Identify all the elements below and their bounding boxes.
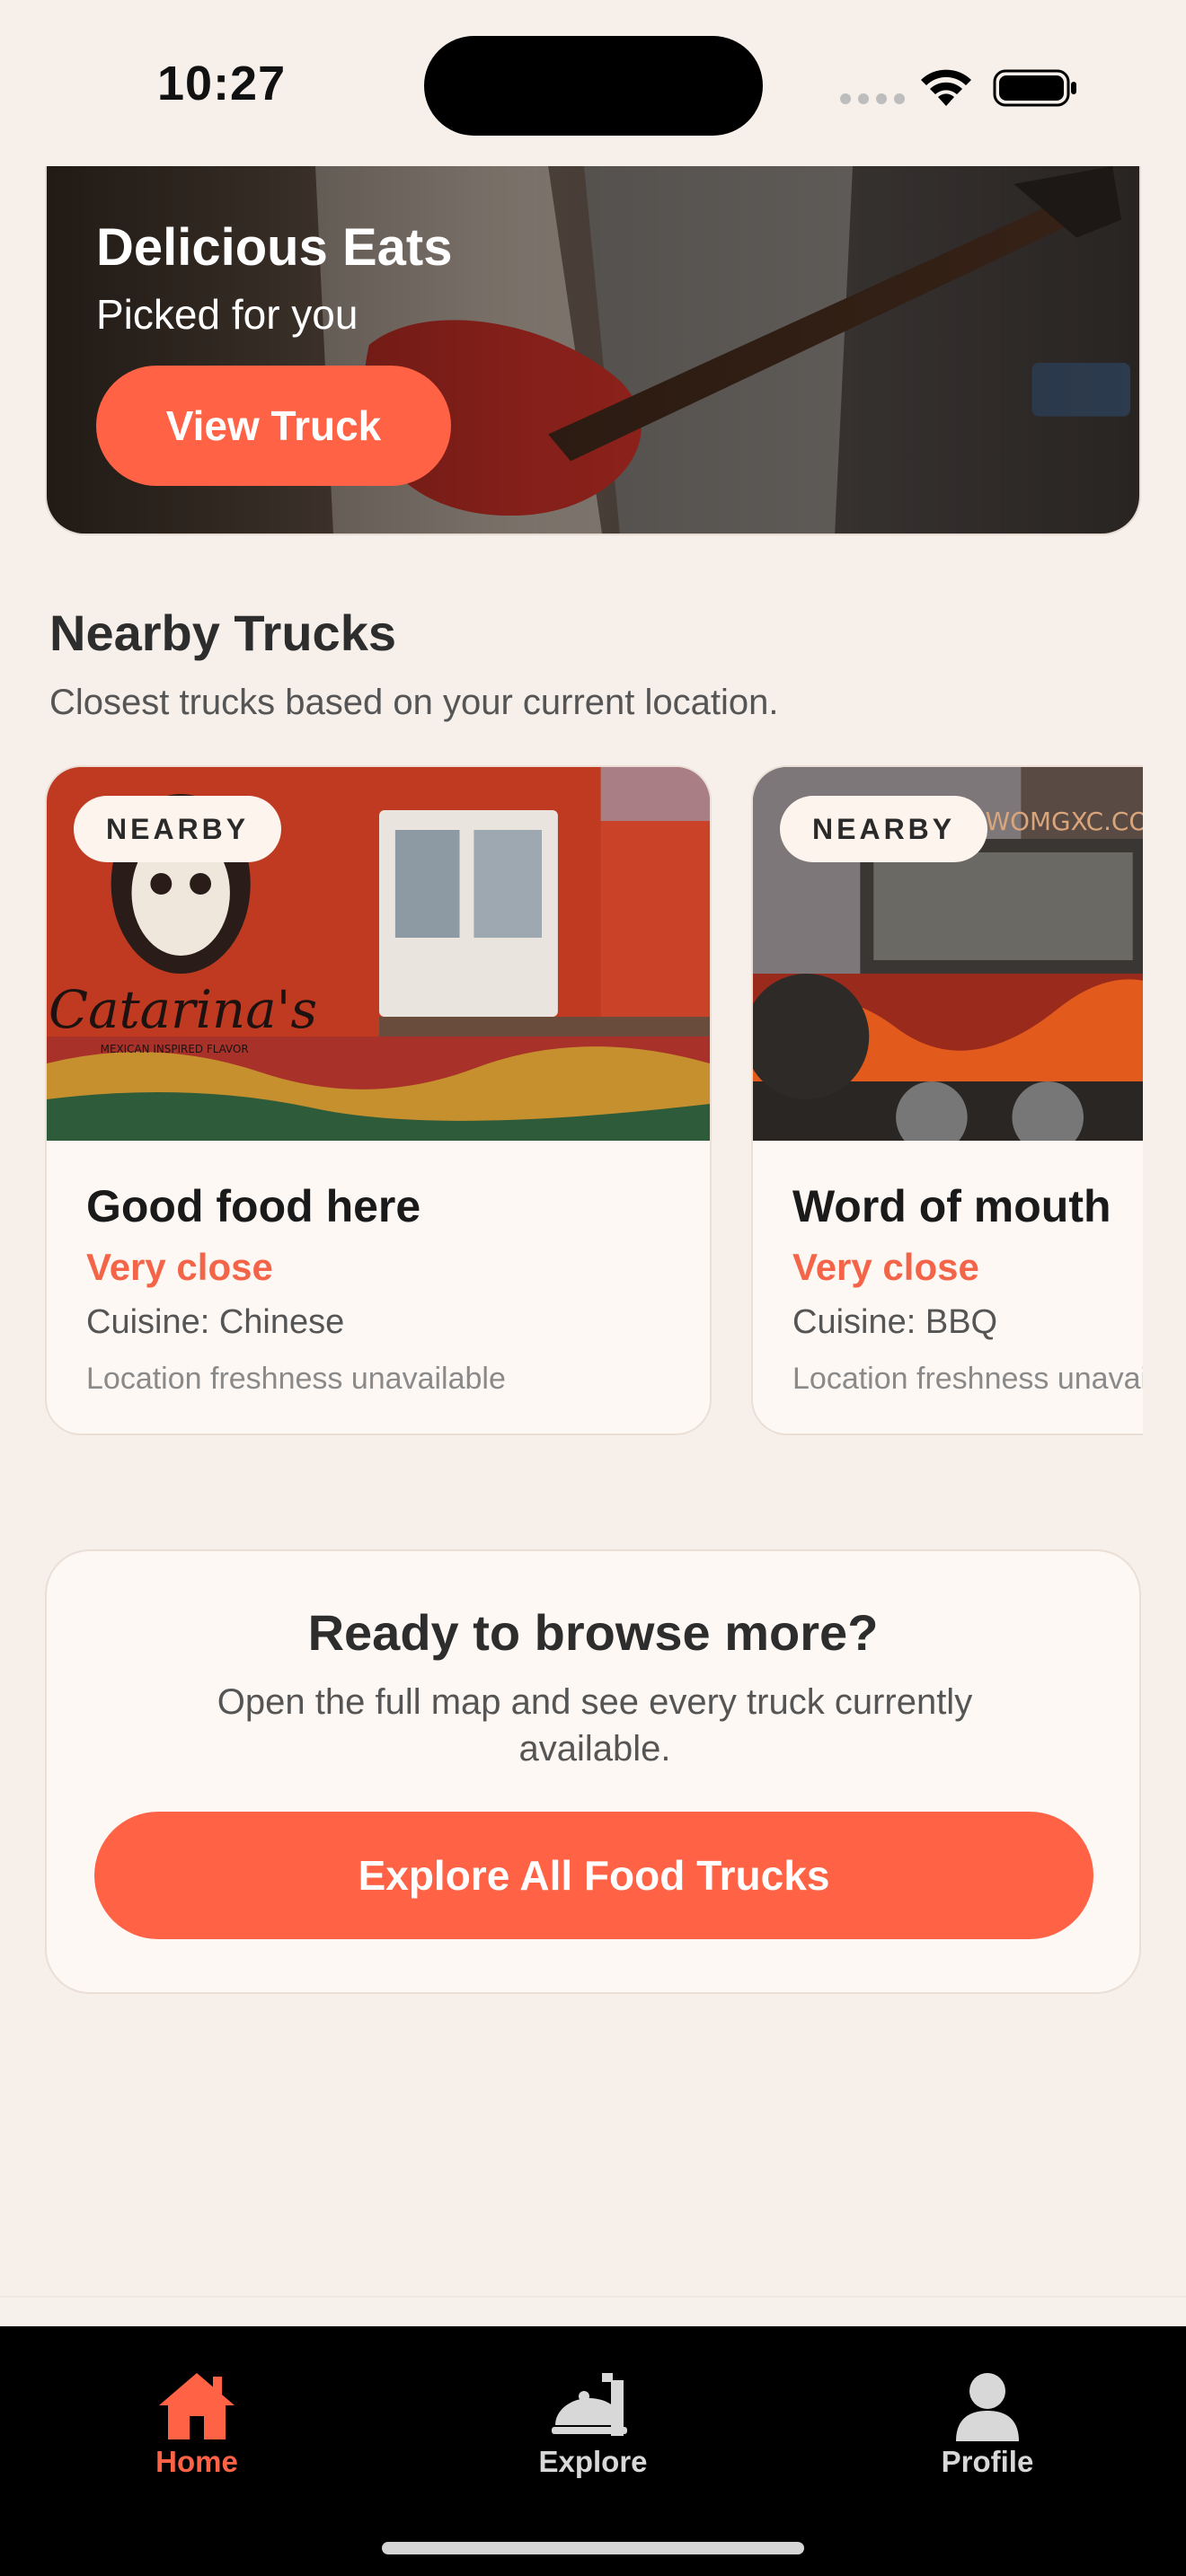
dynamic-island xyxy=(424,36,763,136)
truck-card[interactable]: Catarina's MEXICAN INSPIRED FLAVOR NEARB… xyxy=(45,765,712,1435)
truck-image-caption-sub: MEXICAN INSPIRED FLAVOR xyxy=(101,1043,249,1055)
browse-more-card: Ready to browse more? Open the full map … xyxy=(45,1549,1141,1994)
tab-label: Profile xyxy=(941,2445,1034,2478)
truck-image-caption: Catarina's xyxy=(49,979,317,1040)
nearby-badge: NEARBY xyxy=(780,796,988,862)
truck-name: Word of mouth xyxy=(792,1181,1111,1231)
hero-subtitle: Picked for you xyxy=(96,291,358,338)
view-truck-button[interactable]: View Truck xyxy=(96,366,451,486)
truck-location-freshness: Location freshness unavailable xyxy=(86,1362,506,1396)
home-indicator xyxy=(382,2542,804,2554)
nearby-section-subtitle: Closest trucks based on your current loc… xyxy=(49,683,779,722)
browse-title: Ready to browse more? xyxy=(307,1604,879,1661)
tab-explore[interactable]: Explore xyxy=(503,2369,683,2479)
browse-subtitle: Open the full map and see every truck cu… xyxy=(217,1682,973,1769)
wifi-icon xyxy=(921,69,971,106)
truck-cuisine: Cuisine: Chinese xyxy=(86,1303,345,1341)
nearby-badge: NEARBY xyxy=(74,796,282,862)
truck-cuisine: Cuisine: BBQ xyxy=(792,1303,998,1341)
battery-icon xyxy=(993,69,1076,107)
tab-label: Explore xyxy=(538,2445,648,2478)
tab-label: Home xyxy=(155,2445,238,2478)
status-bar: 10:27 xyxy=(0,0,1186,171)
tab-bar-divider xyxy=(0,2296,1186,2326)
truck-name: Good food here xyxy=(86,1181,421,1231)
explore-all-button[interactable]: Explore All Food Trucks xyxy=(94,1812,1093,1939)
featured-truck-hero[interactable]: Delicious Eats Picked for you View Truck xyxy=(45,166,1141,535)
truck-location-freshness: Location freshness unavailable xyxy=(792,1362,1143,1396)
tab-profile[interactable]: Profile xyxy=(898,2369,1077,2479)
truck-image-caption: WOMGXC.COM xyxy=(986,807,1143,836)
status-time: 10:27 xyxy=(157,57,287,110)
nearby-section-title: Nearby Trucks xyxy=(49,604,396,661)
home-icon xyxy=(159,2373,235,2439)
truck-distance: Very close xyxy=(86,1246,273,1288)
hero-title: Delicious Eats xyxy=(96,218,453,277)
nearby-trucks-carousel[interactable]: Catarina's MEXICAN INSPIRED FLAVOR NEARB… xyxy=(0,763,1143,1437)
tab-home[interactable]: Home xyxy=(107,2369,287,2479)
cellular-signal-icon xyxy=(840,93,905,104)
truck-distance: Very close xyxy=(792,1246,979,1288)
food-cart-icon xyxy=(552,2373,627,2436)
tab-bar: Home Explore Profile xyxy=(0,2326,1186,2576)
truck-card[interactable]: WOMGXC.COM NEARBY Word of mouth Very clo… xyxy=(751,765,1143,1435)
person-icon xyxy=(956,2373,1019,2441)
